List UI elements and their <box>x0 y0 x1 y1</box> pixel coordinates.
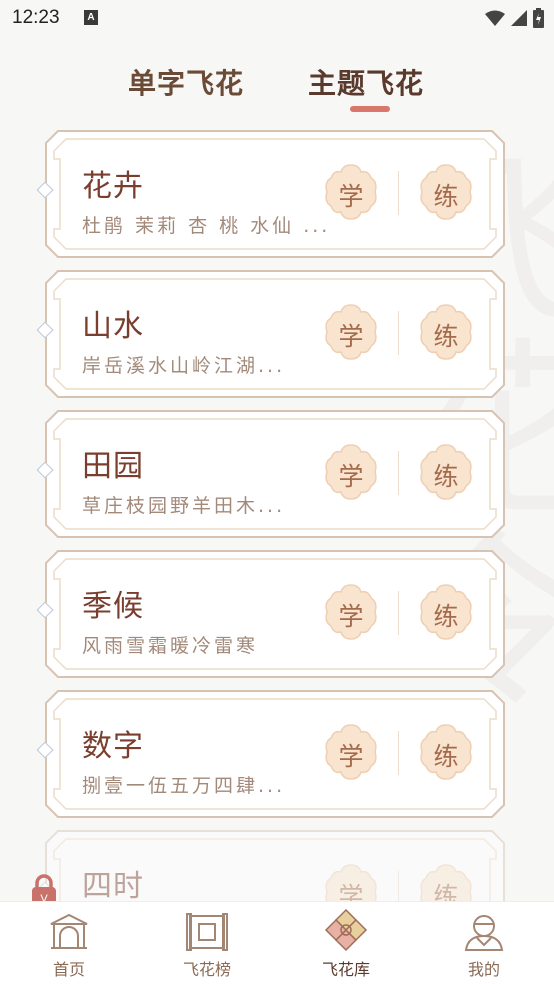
learn-button[interactable]: 学 <box>321 582 381 642</box>
status-icons <box>485 8 544 28</box>
card-title: 花卉 <box>82 169 144 204</box>
nav-home-label: 首页 <box>52 960 85 979</box>
learn-button-label: 学 <box>338 462 364 491</box>
learn-button[interactable]: 学 <box>321 862 381 901</box>
card-title: 数字 <box>82 729 144 764</box>
practice-button[interactable]: 练 <box>416 862 476 901</box>
button-divider <box>398 311 399 355</box>
battery-icon <box>533 8 544 28</box>
practice-button[interactable]: 练 <box>416 302 476 362</box>
wifi-icon <box>485 10 505 26</box>
button-divider <box>398 171 399 215</box>
tab-single-char[interactable]: 单字飞花 <box>128 62 244 102</box>
status-time: 12:23 <box>12 7 60 28</box>
status-bar: 12:23 A <box>0 0 554 38</box>
card-title: 山水 <box>82 309 144 344</box>
learn-button[interactable]: 学 <box>321 442 381 502</box>
bottom-navigation: 首页 飞花榜 飞花库 我的 <box>0 901 554 984</box>
nav-home[interactable]: 首页 <box>14 902 124 984</box>
practice-button-label: 练 <box>433 462 459 491</box>
learn-button-label: 学 <box>338 742 364 771</box>
card-subtitle: 杜鹃 茉莉 杏 桃 水仙 ... <box>82 215 331 237</box>
theme-list[interactable]: 花卉 杜鹃 茉莉 杏 桃 水仙 ... 学练山水 岸岳溪水山岭江湖... 学练田园 草庄枝… <box>0 128 554 901</box>
learn-button[interactable]: 学 <box>321 722 381 782</box>
practice-button-label: 练 <box>433 742 459 771</box>
button-divider <box>398 731 399 775</box>
active-tab-indicator <box>350 106 390 112</box>
flower-icon <box>324 908 368 952</box>
theme-card[interactable]: 田园草庄枝园野羊田木... 学 练 <box>36 409 506 539</box>
nav-profile-label: 我的 <box>467 960 500 979</box>
nav-ranking-label: 飞花榜 <box>182 960 231 979</box>
tab-theme[interactable]: 主题飞花 <box>308 62 424 102</box>
card-title: 季候 <box>82 589 144 624</box>
theme-card[interactable]: 季候风雨雪霜暖冷雷寒 学 练 <box>36 549 506 679</box>
card-subtitle: 风雨雪霜暖冷雷寒 <box>82 635 259 657</box>
home-gate-icon <box>50 913 88 949</box>
nav-library[interactable]: 飞花库 <box>291 902 401 984</box>
practice-button[interactable]: 练 <box>416 722 476 782</box>
practice-button-label: 练 <box>433 322 459 351</box>
card-title: 田园 <box>82 449 144 484</box>
card-subtitle: 草庄枝园野羊田木... <box>82 495 286 517</box>
person-icon <box>464 915 504 951</box>
practice-button[interactable]: 练 <box>416 162 476 222</box>
theme-card[interactable]: 四时 学 练 <box>36 829 506 901</box>
practice-button-label: 练 <box>433 182 459 211</box>
card-title: 四时 <box>82 869 144 901</box>
practice-button-label: 练 <box>433 602 459 631</box>
notification-icon: A <box>84 10 98 25</box>
learn-button-label: 学 <box>338 322 364 351</box>
learn-button[interactable]: 学 <box>321 162 381 222</box>
nav-library-label: 飞花库 <box>321 960 370 979</box>
learn-button-label: 学 <box>338 602 364 631</box>
practice-button-label: 练 <box>433 882 459 901</box>
theme-card[interactable]: 数字捌壹一伍五万四肆... 学 练 <box>36 689 506 819</box>
card-subtitle: 岸岳溪水山岭江湖... <box>82 355 286 377</box>
nav-profile[interactable]: 我的 <box>429 902 539 984</box>
theme-card[interactable]: 花卉杜鹃 茉莉 杏 桃 水仙 ... 学 练 <box>36 129 506 259</box>
nav-ranking[interactable]: 飞花榜 <box>152 902 262 984</box>
button-divider <box>398 451 399 495</box>
learn-button[interactable]: 学 <box>321 302 381 362</box>
button-divider <box>398 591 399 635</box>
theme-card[interactable]: 山水岸岳溪水山岭江湖... 学 练 <box>36 269 506 399</box>
button-divider <box>398 871 399 901</box>
tab-bar: 单字飞花 主题飞花 <box>0 62 554 118</box>
scroll-icon <box>186 913 228 951</box>
practice-button[interactable]: 练 <box>416 582 476 642</box>
learn-button-label: 学 <box>338 882 364 901</box>
practice-button[interactable]: 练 <box>416 442 476 502</box>
learn-button-label: 学 <box>338 182 364 211</box>
card-subtitle: 捌壹一伍五万四肆... <box>82 775 286 797</box>
signal-icon <box>511 10 527 26</box>
